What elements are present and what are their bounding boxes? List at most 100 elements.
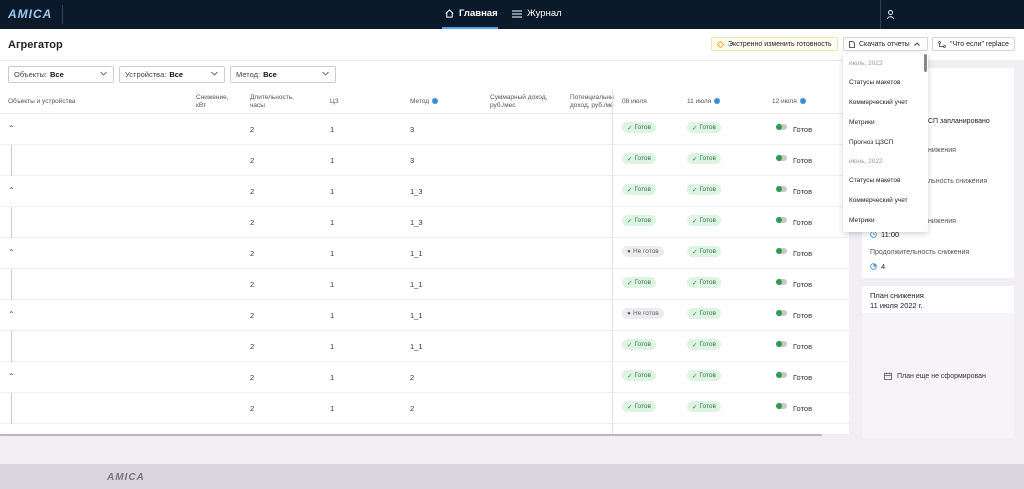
badge-label: Готов [699,341,716,348]
readiness-badge: ✓ Готов [687,277,721,288]
devices-filter[interactable]: Устройства: Все [119,66,225,83]
readiness-toggle[interactable] [776,310,787,316]
nav-home[interactable]: Главная [445,8,498,19]
document-icon [849,40,855,48]
expand-caret-icon[interactable]: ⌃ [8,124,15,133]
menu-item-commercial-accounting[interactable]: Коммерческий учет [849,99,908,106]
method-cell: 1_1 [410,280,423,289]
info-icon[interactable] [432,98,439,105]
objects-filter[interactable]: Объекты: Все [8,66,114,83]
col-date-1[interactable]: 08 июля [622,98,647,106]
table-row[interactable]: ⌃ 2 1 1_3 ✓ Готов ✓ Готов Готов [0,176,849,207]
table-row[interactable]: 2 1 3 ✓ Готов ✓ Готов Готов [0,145,849,176]
menu-item-commercial-accounting[interactable]: Коммерческий учет [849,197,908,204]
horizontal-scrollbar[interactable] [0,434,849,436]
col-date-2[interactable]: 11 июля [687,98,721,106]
readiness-toggle[interactable] [776,186,787,192]
duration-cell: 2 [250,280,255,289]
badge-label: Готов [634,186,651,193]
scrollbar-thumb[interactable] [0,434,822,436]
urgent-change-readiness-button[interactable]: Экстренно изменить готовность [711,37,838,51]
readiness-toggle[interactable] [776,279,787,285]
badge-label: Готов [699,372,716,379]
readiness-badge: ✓ Готов [687,184,721,195]
table-row[interactable]: ⌃ 2 1 1_1 ● Не готов ✓ Готов Готов [0,238,849,269]
menu-item-forecast[interactable]: Прогноз ЦЗСП [849,139,893,146]
home-icon [445,9,454,18]
readiness-toggle[interactable] [776,155,787,161]
duration-cell: 2 [250,125,255,134]
badge-label: Не готов [632,248,659,255]
badge-label: Готов [634,403,651,410]
duration-cell: 2 [250,373,255,382]
readiness-badge: ✓ Готов [622,122,656,133]
col-cz[interactable]: ЦЗ [330,98,339,106]
download-reports-button[interactable]: Скачать отчеты [843,37,928,51]
menu-item-metrics[interactable]: Метрики [849,217,875,224]
expand-caret-icon[interactable]: ⌃ [8,186,15,195]
plan-empty-text: План еще не сформирован [897,372,986,380]
check-icon: ✓ [627,155,633,163]
pie-icon [870,263,877,270]
badge-label: Готов [699,279,716,286]
readiness-toggle[interactable] [776,372,787,378]
table-row[interactable]: 2 1 1_1 ✓ Готов ✓ Готов Готов [0,331,849,362]
col-duration[interactable]: Длительность, часы [250,94,302,110]
readiness-badge: ● Не готов [622,308,664,319]
table-row[interactable]: ⌃ 2 1 1_1 ● Не готов ✓ Готов Готов [0,300,849,331]
col-objects[interactable]: Объекты и устройства [8,98,76,106]
menu-item-layout-status[interactable]: Статусы макетов [849,177,900,184]
readiness-toggle[interactable] [776,403,787,409]
download-button-label: Скачать отчеты [859,40,910,48]
expand-caret-icon[interactable]: ⌃ [8,310,15,319]
readiness-toggle[interactable] [776,217,787,223]
aggregator-table: Объекты и устройства Снижение, кВт Длите… [0,90,849,436]
readiness-toggle[interactable] [776,341,787,347]
tree-line [11,331,12,362]
col-income[interactable]: Суммарный доход, руб./мес [490,94,560,110]
expand-caret-icon[interactable]: ⌃ [8,248,15,257]
info-icon[interactable] [714,98,721,105]
readiness-toggle[interactable] [776,248,787,254]
plan-date: 11 июля 2022 г. [870,301,923,310]
menu-item-layout-status[interactable]: Статусы макетов [849,79,900,86]
duration-cell: 2 [250,249,255,258]
app-logo[interactable]: AMICA [8,7,52,21]
filter-value: Все [50,70,64,79]
col-potential[interactable]: Потенциальный доход, руб./ме [570,94,614,110]
badge-label: Готов [699,186,716,193]
menu-item-metrics[interactable]: Метрики [849,119,875,126]
col-date-3[interactable]: 12 июля [772,98,806,106]
readiness-badge: ✓ Готов [687,370,721,381]
menu-group-label: июнь, 2022 [849,158,883,165]
readiness-badge: ✓ Готов [687,339,721,350]
page-title: Агрегатор [8,39,63,51]
cz-cell: 1 [330,156,335,165]
nav-journal[interactable]: Журнал [512,8,562,19]
col-method[interactable]: Метод [410,98,439,106]
table-row[interactable]: 2 1 1_1 ✓ Готов ✓ Готов Готов [0,269,849,300]
check-icon: ✓ [692,186,698,194]
expand-caret-icon[interactable]: ⌃ [8,372,15,381]
user-icon[interactable] [887,10,894,19]
check-icon: ✓ [692,372,698,380]
col-reduction[interactable]: Снижение, кВт [196,94,236,110]
table-row[interactable]: ⌃ 2 1 2 ✓ Готов ✓ Готов Готов [0,362,849,393]
table-row[interactable]: ⌃ 2 1 3 ✓ Готов ✓ Готов Готов [0,114,849,145]
check-icon: ✓ [627,279,633,287]
what-if-replace-button[interactable]: "Что если" replace [932,37,1015,51]
badge-label: Готов [634,279,651,286]
info-icon[interactable] [799,98,806,105]
table-row[interactable]: 2 1 2 ✓ Готов ✓ Готов Готов [0,393,849,424]
dot-icon: ● [627,310,631,317]
tree-line [11,145,12,176]
col-method-label: Метод [410,98,430,105]
col-date-2-label: 11 июля [687,98,712,105]
menu-scrollbar[interactable] [924,54,927,72]
chevron-up-icon [913,42,920,46]
footer: AMICA [0,464,1024,489]
readiness-toggle[interactable] [776,124,787,130]
method-filter[interactable]: Метод: Все [230,66,336,83]
table-row[interactable]: 2 1 1_3 ✓ Готов ✓ Готов Готов [0,207,849,238]
cz-cell: 1 [330,125,335,134]
